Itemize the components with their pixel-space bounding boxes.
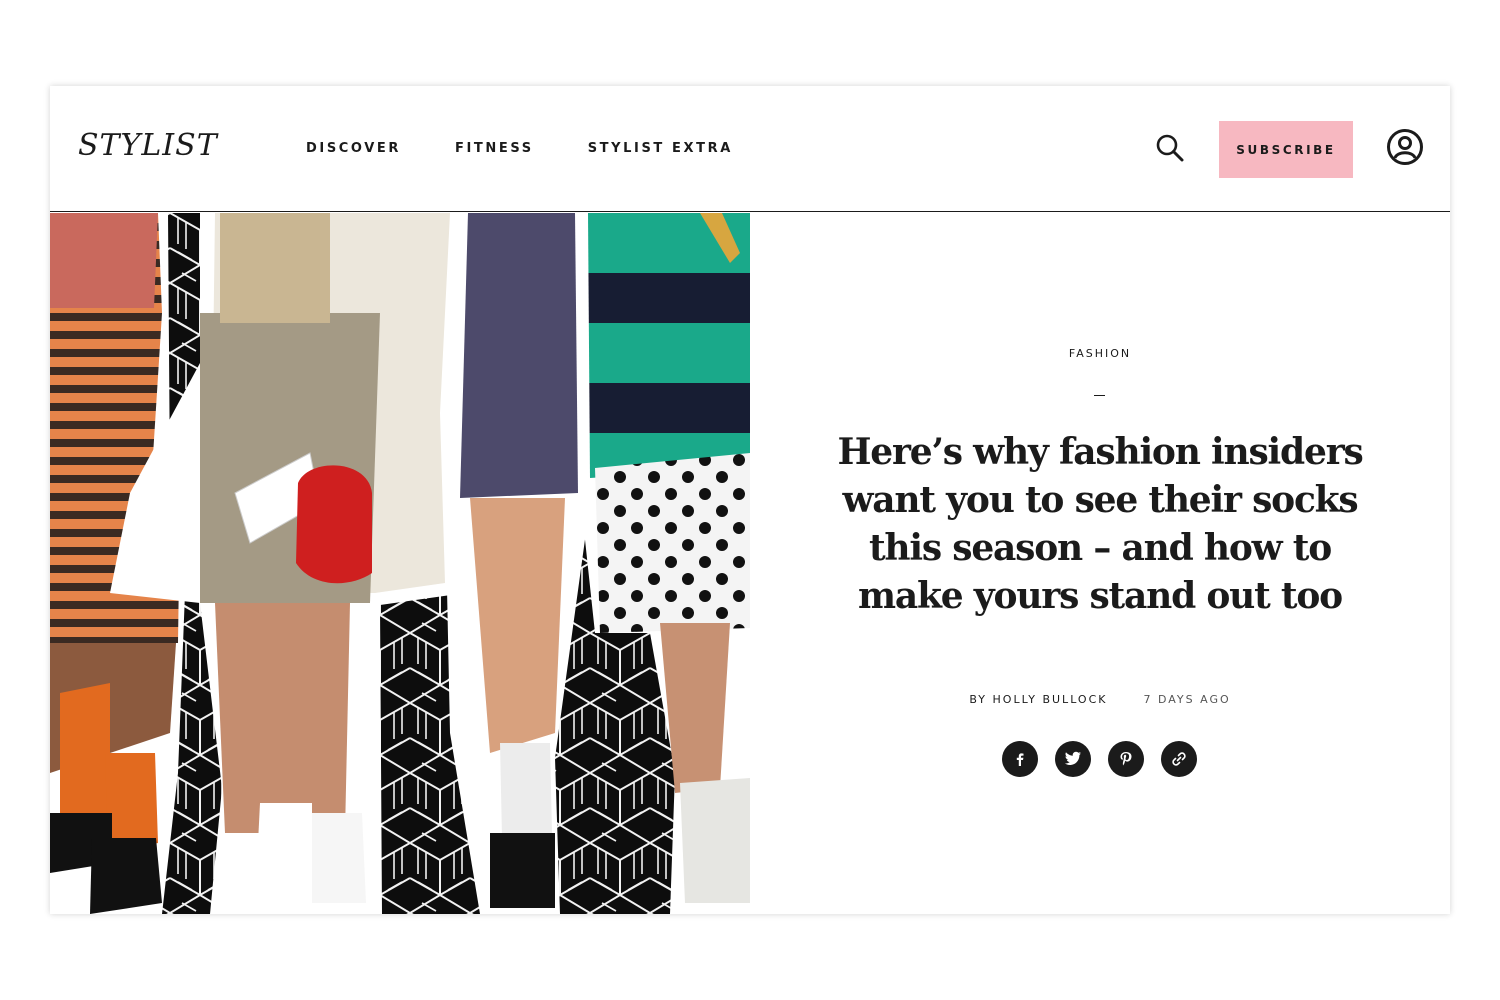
pinterest-icon — [1120, 752, 1132, 766]
nav-item-fitness[interactable]: FITNESS — [455, 141, 534, 156]
user-circle-icon — [1387, 129, 1423, 165]
site-logo[interactable]: STYLIST — [78, 128, 218, 163]
site-header: STYLIST DISCOVER FITNESS STYLIST EXTRA S… — [50, 86, 1450, 212]
facebook-icon — [1016, 753, 1024, 766]
subscribe-button[interactable]: SUBSCRIBE — [1219, 121, 1353, 178]
share-buttons — [1002, 741, 1197, 777]
twitter-icon — [1064, 751, 1081, 765]
article-category[interactable]: FASHION — [750, 347, 1450, 360]
search-icon — [1156, 134, 1184, 162]
article-byline[interactable]: BY HOLLY BULLOCK — [969, 693, 1107, 706]
search-button[interactable] — [1154, 132, 1186, 164]
hero-image — [50, 213, 750, 914]
main-nav: DISCOVER FITNESS STYLIST EXTRA — [306, 141, 733, 156]
article-header: FASHION Here’s why fashion insiders want… — [750, 213, 1450, 914]
share-pinterest-button[interactable] — [1108, 741, 1144, 777]
share-twitter-button[interactable] — [1055, 741, 1091, 777]
nav-item-discover[interactable]: DISCOVER — [306, 141, 401, 156]
share-facebook-button[interactable] — [1002, 741, 1038, 777]
article-meta: BY HOLLY BULLOCK 7 DAYS AGO — [750, 693, 1450, 706]
link-icon — [1172, 752, 1186, 766]
category-divider — [1094, 395, 1105, 396]
page-frame: STYLIST DISCOVER FITNESS STYLIST EXTRA S… — [50, 86, 1450, 914]
account-button[interactable] — [1386, 128, 1424, 166]
copy-link-button[interactable] — [1161, 741, 1197, 777]
article-title: Here’s why fashion insiders want you to … — [837, 431, 1363, 617]
hero-collage — [50, 213, 750, 914]
nav-item-stylist-extra[interactable]: STYLIST EXTRA — [588, 141, 733, 156]
article-date: 7 DAYS AGO — [1143, 693, 1231, 706]
